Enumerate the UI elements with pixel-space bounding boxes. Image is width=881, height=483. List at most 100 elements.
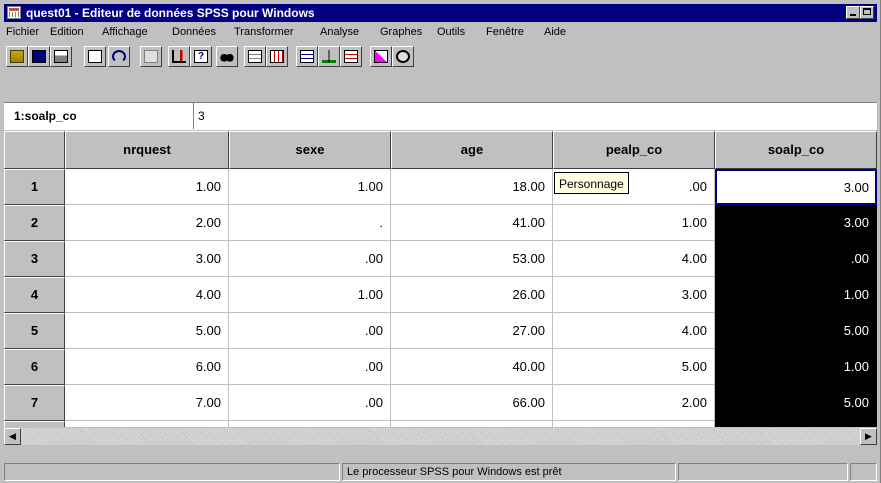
column-header-nrquest[interactable]: nrquest bbox=[65, 131, 229, 169]
cell-pealp_co[interactable]: 1.00 bbox=[553, 205, 715, 241]
cell-age[interactable]: 27.00 bbox=[391, 313, 553, 349]
menu-fichier[interactable]: Fichier bbox=[6, 23, 39, 41]
undo-icon bbox=[112, 50, 126, 63]
undo-button[interactable] bbox=[108, 46, 130, 67]
goto-case-button[interactable] bbox=[168, 46, 190, 67]
row-header[interactable]: 2 bbox=[4, 205, 65, 241]
cell-soalp_co[interactable]: 5.00 bbox=[715, 313, 877, 349]
cell-pealp_co[interactable]: 4.00 bbox=[553, 241, 715, 277]
cell-pealp_co[interactable]: 2.00 bbox=[553, 385, 715, 421]
open-icon bbox=[10, 50, 24, 63]
dialog-recall-button[interactable] bbox=[84, 46, 106, 67]
cell-age[interactable]: 41.00 bbox=[391, 205, 553, 241]
cell-sexe[interactable]: . bbox=[229, 205, 391, 241]
scrollbar-track[interactable] bbox=[4, 428, 877, 445]
menu-analyse[interactable]: Analyse bbox=[320, 23, 359, 41]
cell-soalp_co[interactable]: 1.00 bbox=[715, 277, 877, 313]
cell-soalp_co[interactable]: 5.00 bbox=[715, 385, 877, 421]
menu-edition[interactable]: Edition bbox=[50, 23, 84, 41]
cell-nrquest[interactable]: 1.00 bbox=[65, 169, 229, 205]
cell-pealp_co[interactable]: 3.00 bbox=[553, 277, 715, 313]
open-button[interactable] bbox=[6, 46, 28, 67]
menu-aide[interactable]: Aide bbox=[544, 23, 566, 41]
cell-pealp_co[interactable]: 3.00 bbox=[553, 421, 715, 427]
cell-sexe[interactable]: .00 bbox=[229, 349, 391, 385]
insert-case-button[interactable] bbox=[244, 46, 266, 67]
cell-reference: 1:soalp_co bbox=[6, 103, 194, 129]
minimize-button[interactable] bbox=[846, 6, 860, 19]
status-panel-left bbox=[4, 463, 340, 481]
cell-nrquest[interactable]: 7.00 bbox=[65, 385, 229, 421]
cell-nrquest[interactable]: 5.00 bbox=[65, 313, 229, 349]
cell-age[interactable]: 26.00 bbox=[391, 277, 553, 313]
cell-pealp_co[interactable]: 4.00 bbox=[553, 313, 715, 349]
scroll-right-arrow-icon[interactable]: ▶ bbox=[860, 428, 877, 445]
insert-variable-button[interactable] bbox=[266, 46, 288, 67]
menu-transformer[interactable]: Transformer bbox=[234, 23, 294, 41]
print-button[interactable] bbox=[50, 46, 72, 67]
split-file-button[interactable] bbox=[296, 46, 318, 67]
cell-sexe[interactable]: 1.00 bbox=[229, 421, 391, 427]
column-header-soalp_co[interactable]: soalp_co bbox=[715, 131, 877, 169]
weight-cases-button[interactable] bbox=[318, 46, 340, 67]
goto-chart-button[interactable] bbox=[140, 46, 162, 67]
row-header[interactable]: 5 bbox=[4, 313, 65, 349]
cell-pealp_co[interactable]: 5.00 bbox=[553, 349, 715, 385]
cell-soalp_co[interactable]: 3.00 bbox=[715, 169, 877, 205]
status-bar: Le processeur SPSS pour Windows est prêt bbox=[4, 461, 877, 481]
scroll-left-arrow-icon[interactable]: ◀ bbox=[4, 428, 21, 445]
use-sets-button[interactable] bbox=[392, 46, 414, 67]
insert-case-icon bbox=[248, 50, 262, 63]
cell-sexe[interactable]: 1.00 bbox=[229, 277, 391, 313]
select-cases-icon bbox=[344, 50, 358, 63]
select-cases-button[interactable] bbox=[340, 46, 362, 67]
menu-outils[interactable]: Outils bbox=[437, 23, 465, 41]
row-header[interactable]: 1 bbox=[4, 169, 65, 205]
menu-bar: Fichier Edition Affichage Données Transf… bbox=[4, 23, 877, 41]
menu-donnees[interactable]: Données bbox=[172, 23, 216, 41]
cell-nrquest[interactable]: 8.00 bbox=[65, 421, 229, 427]
menu-fenetre[interactable]: Fenêtre bbox=[486, 23, 524, 41]
row-header[interactable]: 7 bbox=[4, 385, 65, 421]
value-labels-button[interactable] bbox=[370, 46, 392, 67]
cell-soalp_co[interactable]: .00 bbox=[715, 241, 877, 277]
cell-soalp_co[interactable]: 3.00 bbox=[715, 205, 877, 241]
value-labels-icon bbox=[374, 50, 388, 63]
goto-case-icon bbox=[172, 50, 186, 63]
cell-nrquest[interactable]: 4.00 bbox=[65, 277, 229, 313]
cell-sexe[interactable]: .00 bbox=[229, 385, 391, 421]
save-button[interactable] bbox=[28, 46, 50, 67]
column-header-pealp_co[interactable]: pealp_co bbox=[553, 131, 715, 169]
row-header[interactable]: 4 bbox=[4, 277, 65, 313]
variables-button[interactable]: ? bbox=[190, 46, 212, 67]
title-bar[interactable]: quest01 - Editeur de données SPSS pour W… bbox=[4, 4, 877, 22]
cell-nrquest[interactable]: 3.00 bbox=[65, 241, 229, 277]
cell-value-input[interactable]: 3 bbox=[198, 103, 205, 129]
menu-graphes[interactable]: Graphes bbox=[380, 23, 422, 41]
corner-header[interactable] bbox=[4, 131, 65, 169]
menu-affichage[interactable]: Affichage bbox=[102, 23, 148, 41]
cell-nrquest[interactable]: 6.00 bbox=[65, 349, 229, 385]
cell-nrquest[interactable]: 2.00 bbox=[65, 205, 229, 241]
cell-age[interactable]: 53.00 bbox=[391, 241, 553, 277]
horizontal-scrollbar[interactable]: ◀ ▶ bbox=[4, 428, 877, 445]
row-header[interactable]: 8 bbox=[4, 421, 65, 427]
row-header[interactable]: 6 bbox=[4, 349, 65, 385]
cell-sexe[interactable]: .00 bbox=[229, 313, 391, 349]
maximize-button[interactable] bbox=[860, 6, 874, 19]
cell-age[interactable]: 18.00 bbox=[391, 169, 553, 205]
variables-icon: ? bbox=[194, 50, 208, 63]
column-header-sexe[interactable]: sexe bbox=[229, 131, 391, 169]
cell-soalp_co[interactable]: 1.00 bbox=[715, 349, 877, 385]
cell-age[interactable]: 26.00 bbox=[391, 421, 553, 427]
spreadsheet-app-icon[interactable] bbox=[7, 6, 21, 19]
column-header-age[interactable]: age bbox=[391, 131, 553, 169]
cell-sexe[interactable]: .00 bbox=[229, 241, 391, 277]
cell-age[interactable]: 66.00 bbox=[391, 385, 553, 421]
find-button[interactable] bbox=[216, 46, 238, 67]
cell-sexe[interactable]: 1.00 bbox=[229, 169, 391, 205]
split-file-icon bbox=[300, 50, 314, 63]
cell-age[interactable]: 40.00 bbox=[391, 349, 553, 385]
cell-soalp_co[interactable]: 5.00 bbox=[715, 421, 877, 427]
row-header[interactable]: 3 bbox=[4, 241, 65, 277]
